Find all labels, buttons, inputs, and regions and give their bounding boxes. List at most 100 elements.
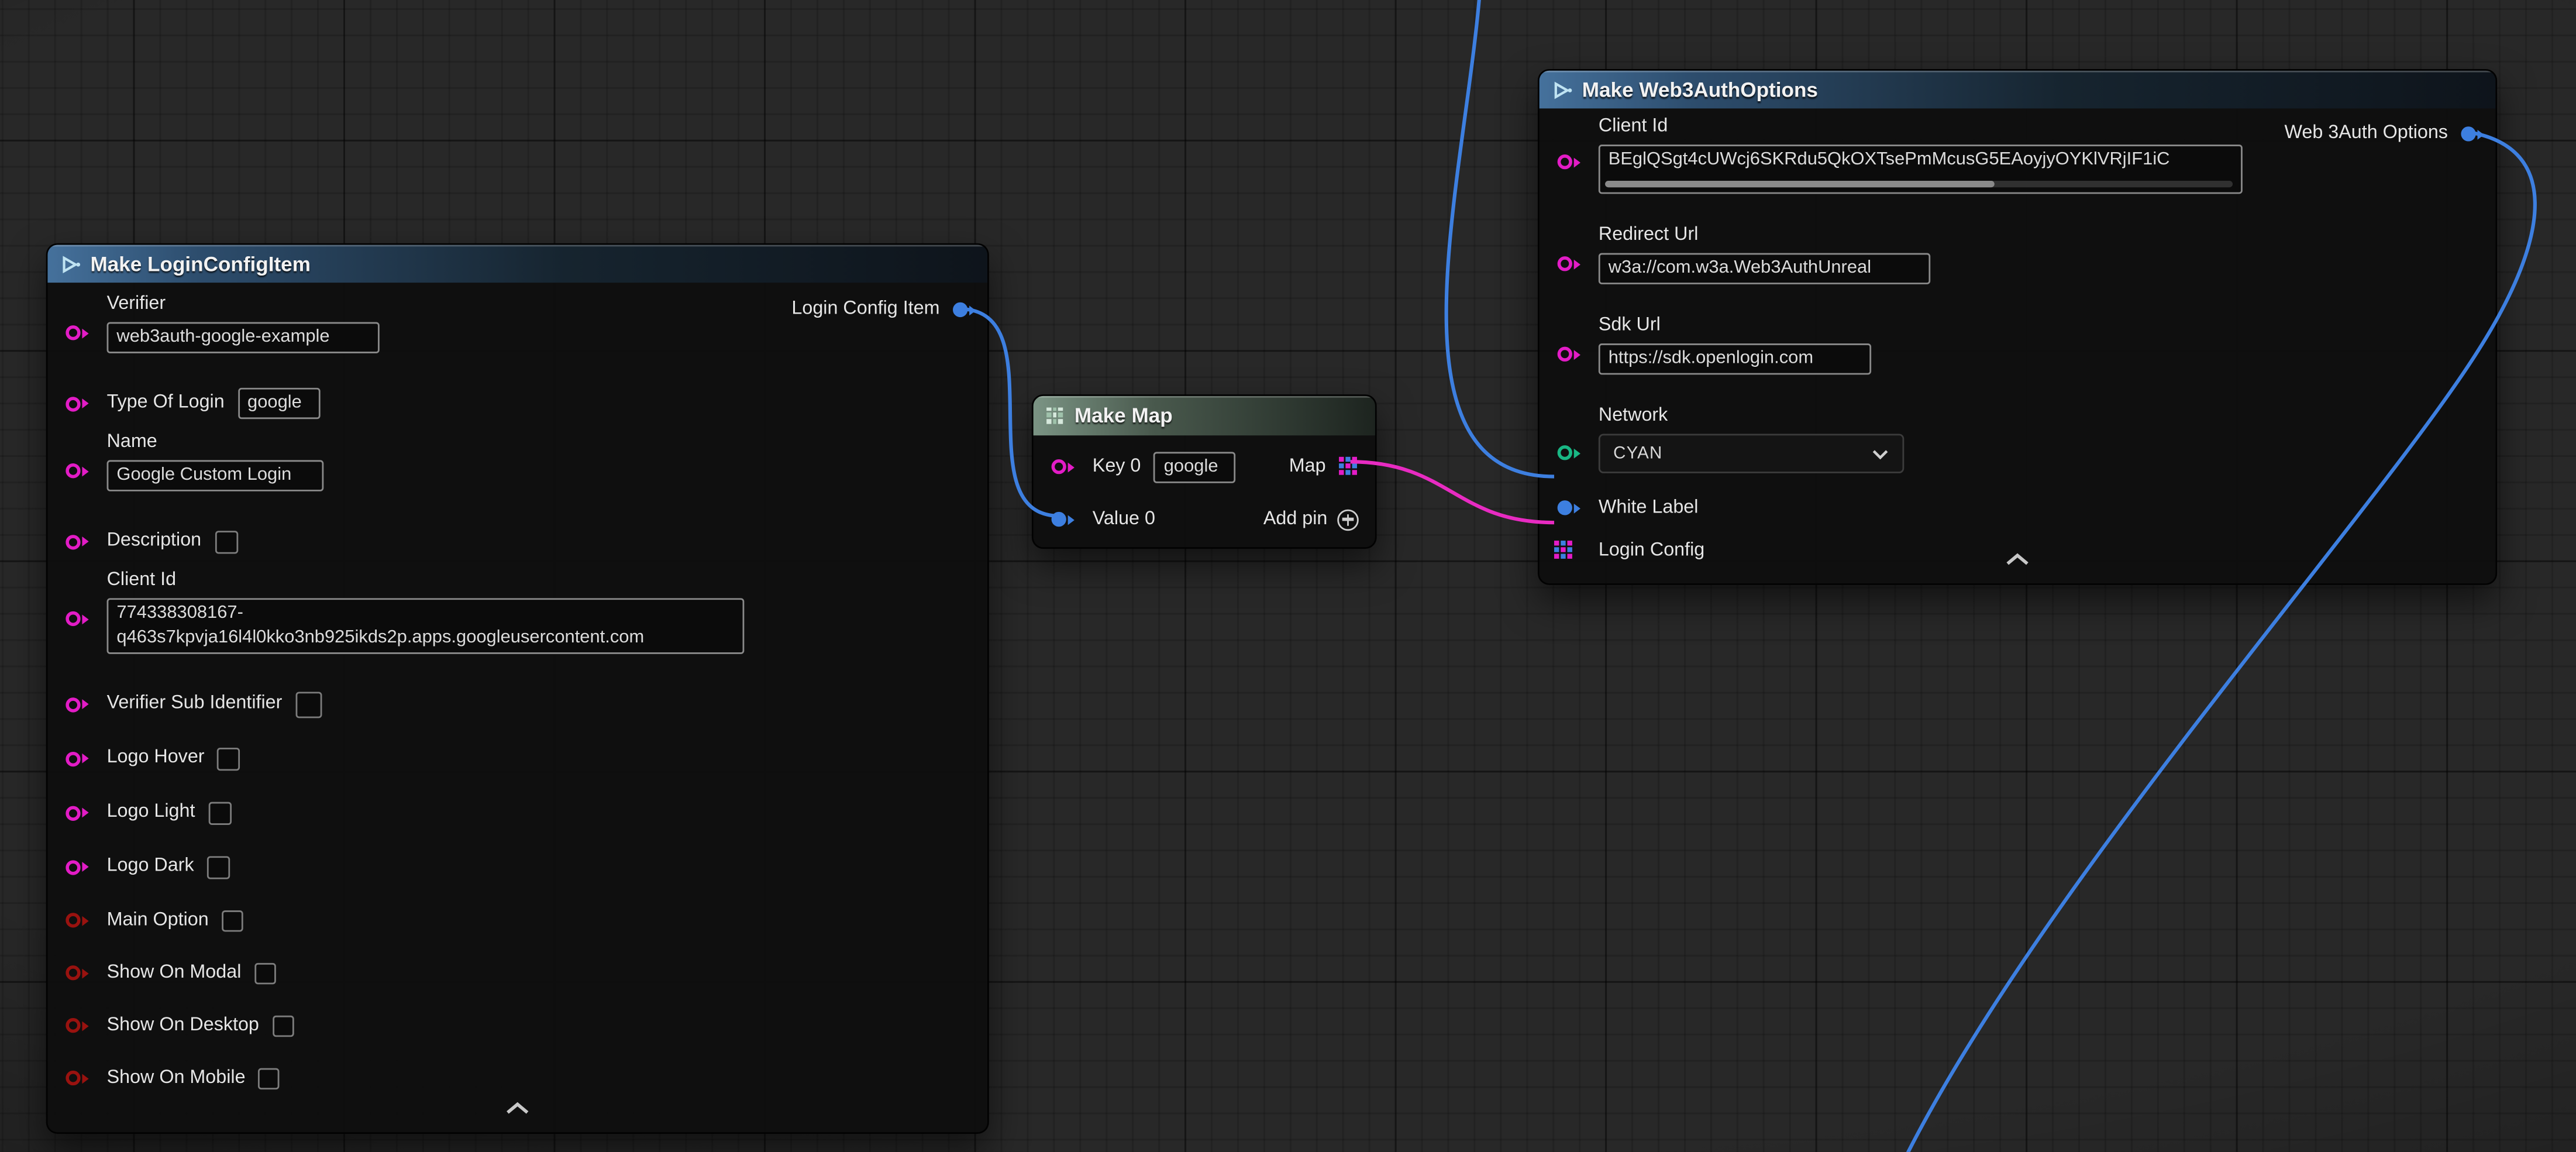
verifier-sub-identifier-label: Verifier Sub Identifier: [107, 692, 283, 716]
logo-dark-input[interactable]: [207, 855, 230, 878]
show-on-mobile-label: Show On Mobile: [107, 1065, 246, 1090]
pin-row-type-of-login: Type Of Login google: [47, 376, 987, 431]
sdk-url-pin[interactable]: [1558, 347, 1572, 362]
pin-row-verifier: Verifier web3auth-google-example: [47, 293, 987, 362]
node-header[interactable]: Make Web3AuthOptions: [1540, 71, 2496, 109]
name-pin[interactable]: [66, 463, 80, 478]
show-on-modal-checkbox[interactable]: [254, 962, 276, 984]
type-of-login-input[interactable]: google: [237, 388, 319, 419]
pin-row-name: Name Google Custom Login: [47, 431, 987, 500]
redirect-url-input[interactable]: w3a://com.w3a.Web3AuthUnreal: [1599, 253, 1930, 284]
network-dropdown[interactable]: CYAN: [1599, 434, 1904, 473]
pin-row-show-on-desktop: Show On Desktop: [47, 999, 987, 1052]
login-config-pin[interactable]: [1554, 541, 1574, 560]
pin-row-logo-light: Logo Light: [47, 786, 987, 840]
map-output-pin[interactable]: [1339, 457, 1359, 477]
logo-light-pin[interactable]: [66, 805, 80, 820]
pin-row-white-label: White Label: [1540, 486, 2496, 529]
chevron-up-icon: [504, 1101, 531, 1116]
value0-label: Value 0: [1093, 507, 1155, 531]
add-pin-button[interactable]: Add pin: [1263, 507, 1359, 531]
pin-row-sdk-url: Sdk Url https://sdk.openlogin.com: [1540, 314, 2496, 383]
name-label: Name: [107, 431, 968, 455]
make-map-icon: [1046, 407, 1065, 425]
node-make-web3auth-options[interactable]: Make Web3AuthOptions Web 3Auth Options C…: [1538, 69, 2497, 585]
make-struct-icon: [61, 254, 81, 274]
sdk-url-label: Sdk Url: [1599, 314, 2476, 338]
main-option-label: Main Option: [107, 908, 209, 933]
description-label: Description: [107, 529, 202, 553]
key0-label: Key 0: [1093, 455, 1141, 479]
client-id-label: Client Id: [1599, 115, 2476, 140]
pin-row-value0: Value 0 Add pin: [1034, 494, 1375, 544]
logo-dark-pin[interactable]: [66, 859, 80, 874]
node-header[interactable]: Make LoginConfigItem: [47, 245, 987, 283]
pin-row-verifier-sub-identifier: Verifier Sub Identifier: [47, 677, 987, 731]
blueprint-stage: Make LoginConfigItem Login Config Item V…: [0, 0, 2576, 1152]
network-pin[interactable]: [1558, 445, 1572, 460]
node-title: Make LoginConfigItem: [90, 252, 310, 275]
chevron-down-icon: [1871, 448, 1889, 459]
login-config-label: Login Config: [1599, 538, 1704, 563]
node-make-map[interactable]: Make Map Key 0 google Map Value 0 Add pi…: [1032, 394, 1377, 549]
redirect-url-label: Redirect Url: [1599, 223, 2476, 248]
value0-pin[interactable]: [1052, 512, 1066, 527]
client-id-input[interactable]: BEglQSgt4cUWcj6SKRdu5QkOXTsePmMcusG5EAoy…: [1599, 145, 2243, 194]
show-on-desktop-pin[interactable]: [66, 1018, 80, 1033]
description-input[interactable]: [215, 530, 237, 553]
key0-pin[interactable]: [1052, 459, 1066, 474]
client-id-pin[interactable]: [66, 611, 80, 626]
description-pin[interactable]: [66, 534, 80, 549]
node-make-login-config-item[interactable]: Make LoginConfigItem Login Config Item V…: [46, 243, 989, 1134]
node-title: Make Map: [1075, 404, 1173, 427]
verifier-pin[interactable]: [66, 325, 80, 340]
pin-row-main-option: Main Option: [47, 894, 987, 947]
logo-hover-input[interactable]: [218, 747, 240, 770]
client-id-label: Client Id: [107, 569, 968, 593]
network-label: Network: [1599, 404, 2476, 429]
white-label-pin[interactable]: [1558, 500, 1572, 515]
map-output-label: Map: [1289, 455, 1326, 479]
collapse-node-button[interactable]: [504, 1095, 531, 1125]
redirect-url-pin[interactable]: [1558, 256, 1572, 271]
horizontal-scrollbar[interactable]: [1605, 181, 2233, 187]
add-pin-icon: [1337, 508, 1359, 530]
add-pin-label: Add pin: [1263, 507, 1328, 531]
verifier-sub-identifier-pin[interactable]: [66, 697, 80, 711]
show-on-modal-label: Show On Modal: [107, 961, 242, 985]
type-of-login-pin[interactable]: [66, 396, 80, 411]
pin-row-logo-dark: Logo Dark: [47, 840, 987, 894]
white-label-label: White Label: [1599, 496, 1699, 520]
show-on-mobile-checkbox[interactable]: [259, 1067, 280, 1089]
logo-hover-pin[interactable]: [66, 751, 80, 766]
client-id-pin[interactable]: [1558, 154, 1572, 169]
verifier-sub-identifier-input[interactable]: [295, 691, 322, 717]
verifier-input[interactable]: web3auth-google-example: [107, 322, 380, 353]
client-id-input[interactable]: 774338308167- q463s7kpvja16l4l0kko3nb925…: [107, 598, 745, 654]
key0-input[interactable]: google: [1154, 451, 1236, 482]
main-option-checkbox[interactable]: [222, 910, 243, 931]
logo-light-input[interactable]: [208, 801, 231, 824]
node-title: Make Web3AuthOptions: [1582, 78, 1818, 101]
show-on-desktop-checkbox[interactable]: [272, 1015, 294, 1036]
show-on-mobile-pin[interactable]: [66, 1071, 80, 1085]
client-id-value: BEglQSgt4cUWcj6SKRdu5QkOXTsePmMcusG5EAoy…: [1609, 150, 2170, 170]
pin-row-client-id: Client Id 774338308167- q463s7kpvja16l4l…: [47, 569, 987, 662]
show-on-desktop-label: Show On Desktop: [107, 1013, 259, 1038]
logo-light-label: Logo Light: [107, 800, 195, 825]
logo-hover-label: Logo Hover: [107, 746, 205, 771]
network-dropdown-value: CYAN: [1613, 443, 1662, 463]
pin-row-show-on-modal: Show On Modal: [47, 947, 987, 999]
collapse-node-button[interactable]: [2005, 545, 2031, 575]
pin-row-logo-hover: Logo Hover: [47, 731, 987, 786]
pin-row-description: Description: [47, 514, 987, 569]
name-input[interactable]: Google Custom Login: [107, 460, 324, 491]
scrollbar-thumb[interactable]: [1605, 181, 1994, 187]
main-option-pin[interactable]: [66, 913, 80, 927]
type-of-login-label: Type Of Login: [107, 391, 225, 415]
pin-row-key0: Key 0 google Map: [1034, 439, 1375, 494]
chevron-up-icon: [2005, 552, 2031, 567]
node-header[interactable]: Make Map: [1034, 396, 1375, 435]
show-on-modal-pin[interactable]: [66, 965, 80, 980]
sdk-url-input[interactable]: https://sdk.openlogin.com: [1599, 343, 1871, 374]
